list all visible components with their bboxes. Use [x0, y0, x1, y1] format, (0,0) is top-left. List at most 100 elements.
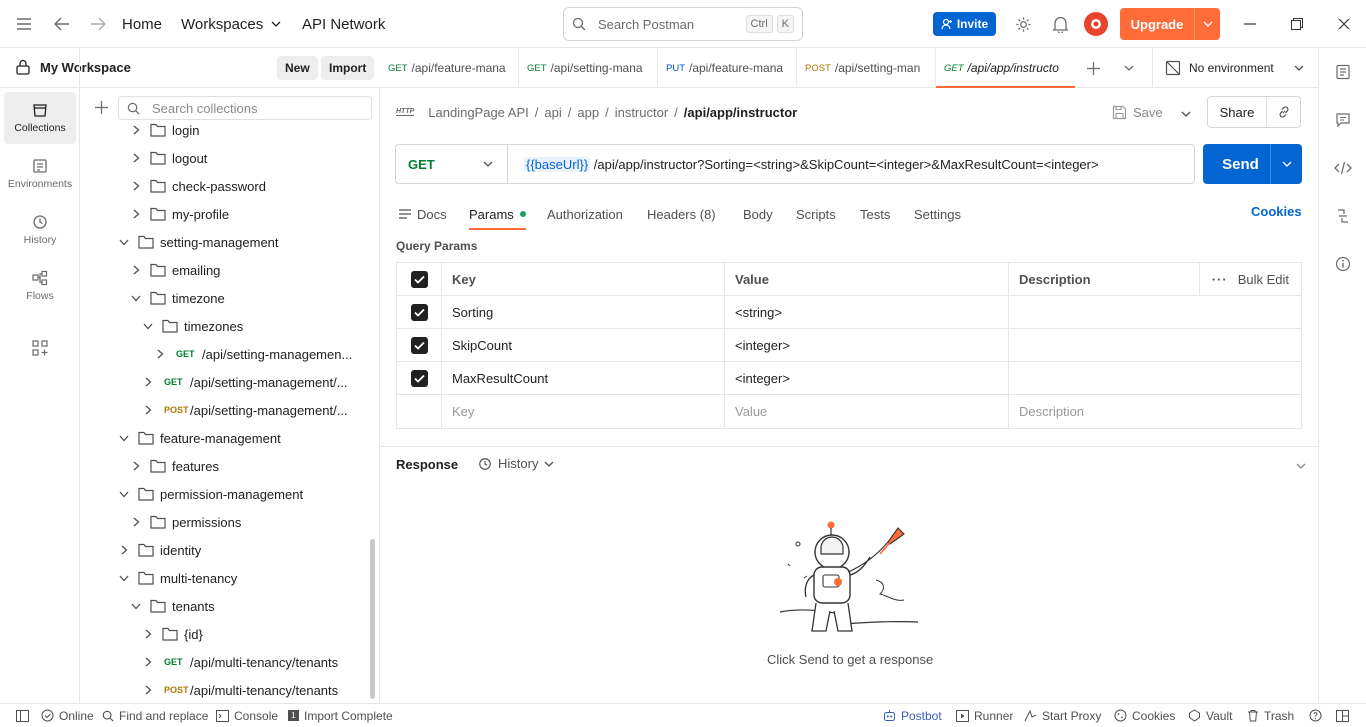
- share-button[interactable]: Share: [1207, 96, 1301, 128]
- chevron-down-icon[interactable]: [118, 236, 130, 248]
- code-icon[interactable]: [1331, 156, 1355, 180]
- add-apps-grid-icon[interactable]: [30, 338, 50, 358]
- send-options-chevron-down-icon[interactable]: [1270, 144, 1302, 184]
- param-key-cell[interactable]: Sorting: [442, 296, 725, 328]
- tree-folder-item[interactable]: permission-management: [80, 480, 368, 508]
- tree-folder-item[interactable]: timezones: [80, 312, 368, 340]
- forward-arrow-icon[interactable]: [88, 14, 108, 34]
- sidebar-scrollbar[interactable]: [370, 539, 375, 699]
- send-button[interactable]: Send: [1203, 144, 1302, 184]
- tab-docs[interactable]: Docs: [399, 200, 447, 228]
- tab-request-3[interactable]: PUT /api/feature-mana: [658, 48, 797, 88]
- import-complete-status[interactable]: 1 Import Complete: [288, 704, 393, 727]
- tree-request-item[interactable]: GET/api/setting-management/...: [80, 368, 368, 396]
- info-icon[interactable]: [1331, 252, 1355, 276]
- tree-folder-item[interactable]: logout: [80, 144, 368, 172]
- breadcrumb-item[interactable]: api: [544, 105, 561, 120]
- console-button[interactable]: Console: [216, 704, 278, 727]
- chevron-right-icon[interactable]: [142, 628, 154, 640]
- param-description-cell[interactable]: [1009, 362, 1301, 394]
- chevron-right-icon[interactable]: [142, 656, 154, 668]
- new-tab-plus-icon[interactable]: [1084, 59, 1102, 77]
- chevron-down-icon[interactable]: [118, 572, 130, 584]
- chevron-right-icon[interactable]: [130, 460, 142, 472]
- breadcrumb-item[interactable]: LandingPage API: [428, 105, 528, 120]
- tab-settings[interactable]: Settings: [914, 200, 961, 228]
- copy-link-icon[interactable]: [1266, 97, 1300, 127]
- method-select[interactable]: GET: [396, 145, 508, 183]
- chevron-down-icon[interactable]: [130, 292, 142, 304]
- new-description-input[interactable]: Description: [1009, 395, 1301, 428]
- tree-folder-item[interactable]: multi-tenancy: [80, 564, 368, 592]
- related-collections-icon[interactable]: [1331, 204, 1355, 228]
- breadcrumb-current[interactable]: /api/app/instructor: [684, 105, 797, 120]
- tabs-overflow-chevron-down-icon[interactable]: [1120, 59, 1138, 77]
- tab-params[interactable]: Params: [469, 200, 526, 230]
- chevron-down-icon[interactable]: [130, 600, 142, 612]
- tree-folder-item[interactable]: login: [80, 116, 368, 144]
- close-icon[interactable]: [1334, 14, 1354, 34]
- tree-folder-item[interactable]: identity: [80, 536, 368, 564]
- invite-button[interactable]: Invite: [933, 12, 996, 36]
- tree-folder-item[interactable]: feature-management: [80, 424, 368, 452]
- tab-body[interactable]: Body: [743, 200, 773, 228]
- param-description-cell[interactable]: [1009, 296, 1301, 328]
- global-search[interactable]: Search Postman Ctrl K: [563, 7, 803, 41]
- tree-folder-item[interactable]: features: [80, 452, 368, 480]
- tab-scripts[interactable]: Scripts: [796, 200, 836, 228]
- bulk-edit-button[interactable]: ··· Bulk Edit: [1198, 263, 1301, 295]
- param-description-cell[interactable]: [1009, 329, 1301, 361]
- chevron-right-icon[interactable]: [130, 124, 142, 136]
- avatar[interactable]: [1084, 12, 1108, 36]
- trash-button[interactable]: Trash: [1247, 704, 1294, 727]
- tree-folder-item[interactable]: setting-management: [80, 228, 368, 256]
- chevron-right-icon[interactable]: [154, 348, 166, 360]
- save-options-chevron-down-icon[interactable]: [1181, 105, 1191, 120]
- chevron-right-icon[interactable]: [130, 264, 142, 276]
- param-value-cell[interactable]: <string>: [725, 296, 1009, 328]
- param-value-cell[interactable]: <integer>: [725, 329, 1009, 361]
- import-button[interactable]: Import: [321, 56, 375, 80]
- runner-button[interactable]: Runner: [956, 704, 1013, 727]
- tree-folder-item[interactable]: permissions: [80, 508, 368, 536]
- status-online[interactable]: Online: [41, 704, 94, 727]
- cookies-link[interactable]: Cookies: [1251, 204, 1302, 219]
- tree-folder-item[interactable]: {id}: [80, 620, 368, 648]
- param-key-cell[interactable]: SkipCount: [442, 329, 725, 361]
- chevron-down-icon[interactable]: [142, 320, 154, 332]
- postbot-button[interactable]: Postbot: [883, 704, 942, 727]
- chevron-right-icon[interactable]: [142, 404, 154, 416]
- tree-request-item[interactable]: POST/api/multi-tenancy/tenants: [80, 676, 368, 703]
- help-icon[interactable]: [1309, 704, 1322, 727]
- param-value-cell[interactable]: <integer>: [725, 362, 1009, 394]
- select-all-checkbox[interactable]: [397, 263, 442, 295]
- menu-icon[interactable]: [14, 14, 34, 34]
- restore-window-icon[interactable]: [1287, 14, 1307, 34]
- tab-request-4[interactable]: POST /api/setting-man: [797, 48, 936, 88]
- tab-authorization[interactable]: Authorization: [547, 200, 623, 228]
- row-checkbox[interactable]: [397, 296, 442, 328]
- rail-environments[interactable]: Environments: [4, 148, 76, 200]
- chevron-right-icon[interactable]: [130, 516, 142, 528]
- rail-collections[interactable]: Collections: [4, 92, 76, 144]
- notifications-bell-icon[interactable]: [1050, 14, 1070, 34]
- collapse-response-chevron-down-icon[interactable]: [1294, 459, 1308, 473]
- row-checkbox[interactable]: [397, 362, 442, 394]
- tree-folder-item[interactable]: emailing: [80, 256, 368, 284]
- new-value-input[interactable]: Value: [725, 395, 1009, 428]
- chevron-right-icon[interactable]: [142, 684, 154, 696]
- rail-flows[interactable]: Flows: [4, 260, 76, 312]
- tree-request-item[interactable]: GET/api/multi-tenancy/tenants: [80, 648, 368, 676]
- url-input[interactable]: {{baseUrl}} /api/app/instructor?Sorting=…: [508, 156, 1099, 172]
- documentation-icon[interactable]: [1331, 60, 1355, 84]
- add-collection-plus-icon[interactable]: [92, 98, 110, 116]
- tree-request-item[interactable]: POST/api/setting-management/...: [80, 396, 368, 424]
- chevron-right-icon[interactable]: [130, 152, 142, 164]
- chevron-right-icon[interactable]: [118, 544, 130, 556]
- nav-api-network[interactable]: API Network: [302, 0, 385, 48]
- start-proxy-button[interactable]: Start Proxy: [1024, 704, 1101, 727]
- cookies-button[interactable]: Cookies: [1114, 704, 1175, 727]
- tree-request-item[interactable]: GET/api/setting-managemen...: [80, 340, 368, 368]
- response-history-dropdown[interactable]: History: [478, 456, 554, 471]
- tree-folder-item[interactable]: timezone: [80, 284, 368, 312]
